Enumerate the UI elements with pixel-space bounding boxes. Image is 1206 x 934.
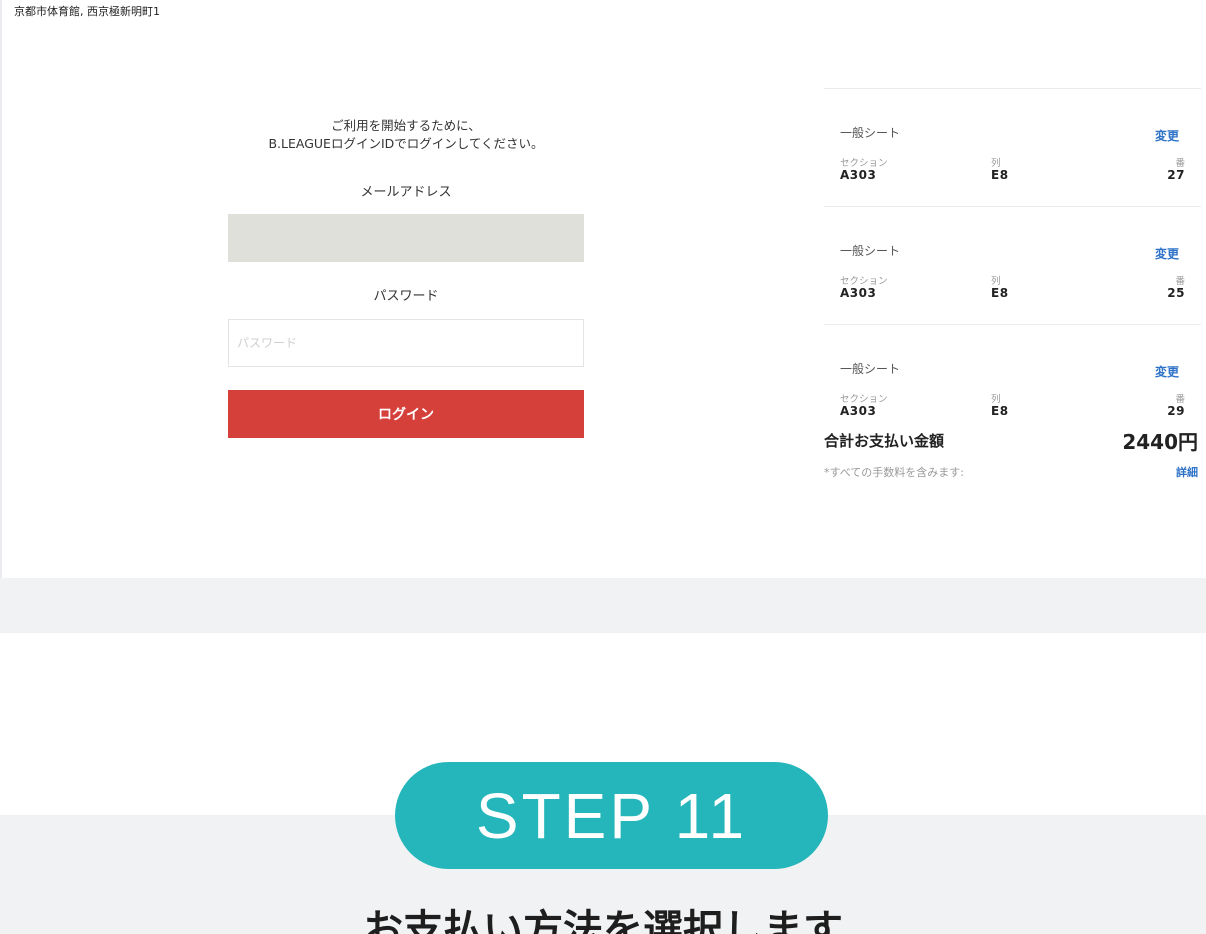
login-intro: ご利用を開始するために、 B.LEAGUEログインIDでログインしてください。 xyxy=(228,117,584,153)
login-button[interactable]: ログイン xyxy=(228,390,584,438)
seat-item: 一般シート 変更 セクション A303 列 E8 番 27 xyxy=(824,88,1201,206)
row-value: E8 xyxy=(991,404,1009,418)
section-divider-band xyxy=(0,578,1206,633)
seat-type: 一般シート xyxy=(840,244,901,258)
seat-type: 一般シート xyxy=(840,362,901,376)
total-amount: 2440円 xyxy=(1122,430,1198,454)
password-label: パスワード xyxy=(373,289,439,304)
seat-section: セクション A303 xyxy=(840,394,888,418)
section-value: A303 xyxy=(840,404,877,418)
seat-row: 列 E8 xyxy=(991,158,1009,182)
total-label: 合計お支払い金額 xyxy=(824,432,945,450)
seat-item: 一般シート 変更 セクション A303 列 E8 番 25 xyxy=(824,206,1201,324)
row-value: E8 xyxy=(991,168,1009,182)
number-value: 27 xyxy=(1167,168,1185,182)
change-seat-link[interactable]: 変更 xyxy=(1155,127,1179,144)
seat-list: 一般シート 変更 セクション A303 列 E8 番 27 一般シート 変更 セ… xyxy=(824,88,1201,442)
seat-number: 番 25 xyxy=(1167,276,1185,300)
number-value: 29 xyxy=(1167,404,1185,418)
email-field[interactable] xyxy=(228,214,584,262)
venue-address: 京都市体育館, 西京極新明町1 xyxy=(14,5,160,18)
seat-section: セクション A303 xyxy=(840,276,888,300)
change-seat-link[interactable]: 変更 xyxy=(1155,363,1179,380)
seat-row: 列 E8 xyxy=(991,276,1009,300)
section-value: A303 xyxy=(840,168,877,182)
intro-line-2: B.LEAGUEログインIDでログインしてください。 xyxy=(268,136,544,151)
seat-type: 一般シート xyxy=(840,126,901,140)
fee-note: *すべての手数料を含みます: xyxy=(824,466,964,479)
step-badge: STEP 11 xyxy=(395,762,828,869)
section-value: A303 xyxy=(840,286,877,300)
intro-line-1: ご利用を開始するために、 xyxy=(331,118,481,133)
step-heading: お支払い方法を選択します xyxy=(363,907,843,934)
seat-row: 列 E8 xyxy=(991,394,1009,418)
seat-number: 番 27 xyxy=(1167,158,1185,182)
seat-item: 一般シート 変更 セクション A303 列 E8 番 29 xyxy=(824,324,1201,442)
row-value: E8 xyxy=(991,286,1009,300)
number-value: 25 xyxy=(1167,286,1185,300)
password-field[interactable] xyxy=(228,319,584,367)
seat-section: セクション A303 xyxy=(840,158,888,182)
change-seat-link[interactable]: 変更 xyxy=(1155,245,1179,262)
seat-number: 番 29 xyxy=(1167,394,1185,418)
ticket-checkout-panel: 京都市体育館, 西京極新明町1 ご利用を開始するために、 B.LEAGUEログイ… xyxy=(0,0,1206,578)
details-link[interactable]: 詳細 xyxy=(1176,464,1198,480)
email-label: メールアドレス xyxy=(360,185,452,200)
